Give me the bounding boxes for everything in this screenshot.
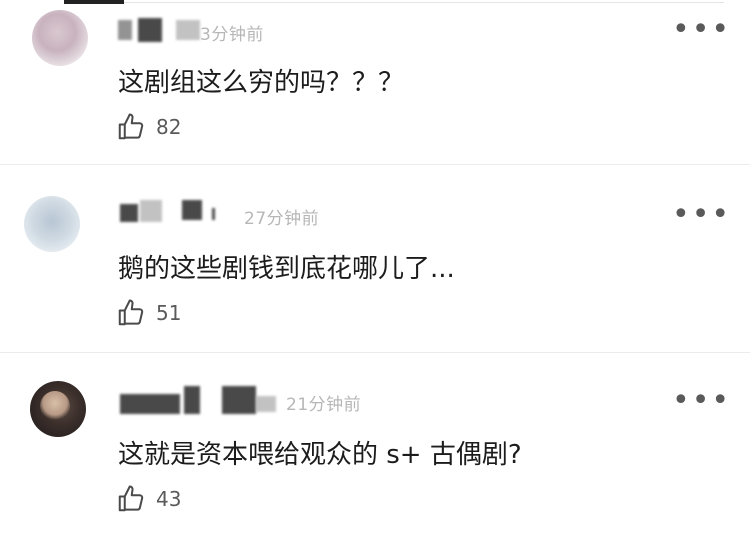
username-redacted[interactable] [256,396,276,412]
more-options-icon[interactable]: ••• [672,200,731,230]
thumbs-up-icon [118,299,144,326]
like-button[interactable]: 82 [116,112,181,142]
like-count: 82 [156,115,182,139]
username-redacted[interactable] [176,20,200,40]
like-count: 43 [156,487,182,511]
username-redacted[interactable] [212,208,215,220]
username-redacted[interactable] [140,200,162,222]
avatar[interactable] [24,196,80,252]
thumbs-up-icon [118,113,144,140]
username-redacted[interactable] [120,394,180,414]
comment-text: 鹅的这些剧钱到底花哪儿了... [118,254,455,284]
username-redacted[interactable] [222,386,256,414]
comment-divider [0,164,750,165]
thumbs-up-icon [118,485,144,512]
avatar[interactable] [30,381,86,437]
like-button[interactable]: 43 [116,484,181,514]
comment-time: 27分钟前 [244,209,320,229]
like-button[interactable]: 51 [116,298,181,328]
like-count: 51 [156,301,182,325]
more-options-icon[interactable]: ••• [672,386,731,416]
username-redacted[interactable] [182,200,202,220]
username-redacted[interactable] [184,386,200,414]
comment-time: 21分钟前 [286,395,362,415]
comment-text: 这就是资本喂给观众的 s+ 古偶剧? [118,440,522,470]
comment-text: 这剧组这么穷的吗？？？ [118,68,405,98]
username-redacted[interactable] [120,204,138,222]
comment-list-screen: 3分钟前 ••• 这剧组这么穷的吗？？？ 82 27分钟前 ••• 鹅的这些剧钱… [0,0,750,538]
more-options-icon[interactable]: ••• [672,15,731,45]
comment-item: 3分钟前 ••• 这剧组这么穷的吗？？？ 82 [0,0,750,180]
comment-time: 3分钟前 [200,25,264,45]
comment-item: 21分钟前 ••• 这就是资本喂给观众的 s+ 古偶剧? 43 [0,372,750,538]
username-redacted[interactable] [118,20,132,40]
comment-item: 27分钟前 ••• 鹅的这些剧钱到底花哪儿了... 51 [0,186,750,366]
comment-divider [0,352,750,353]
username-redacted[interactable] [138,18,162,42]
avatar[interactable] [32,10,88,66]
